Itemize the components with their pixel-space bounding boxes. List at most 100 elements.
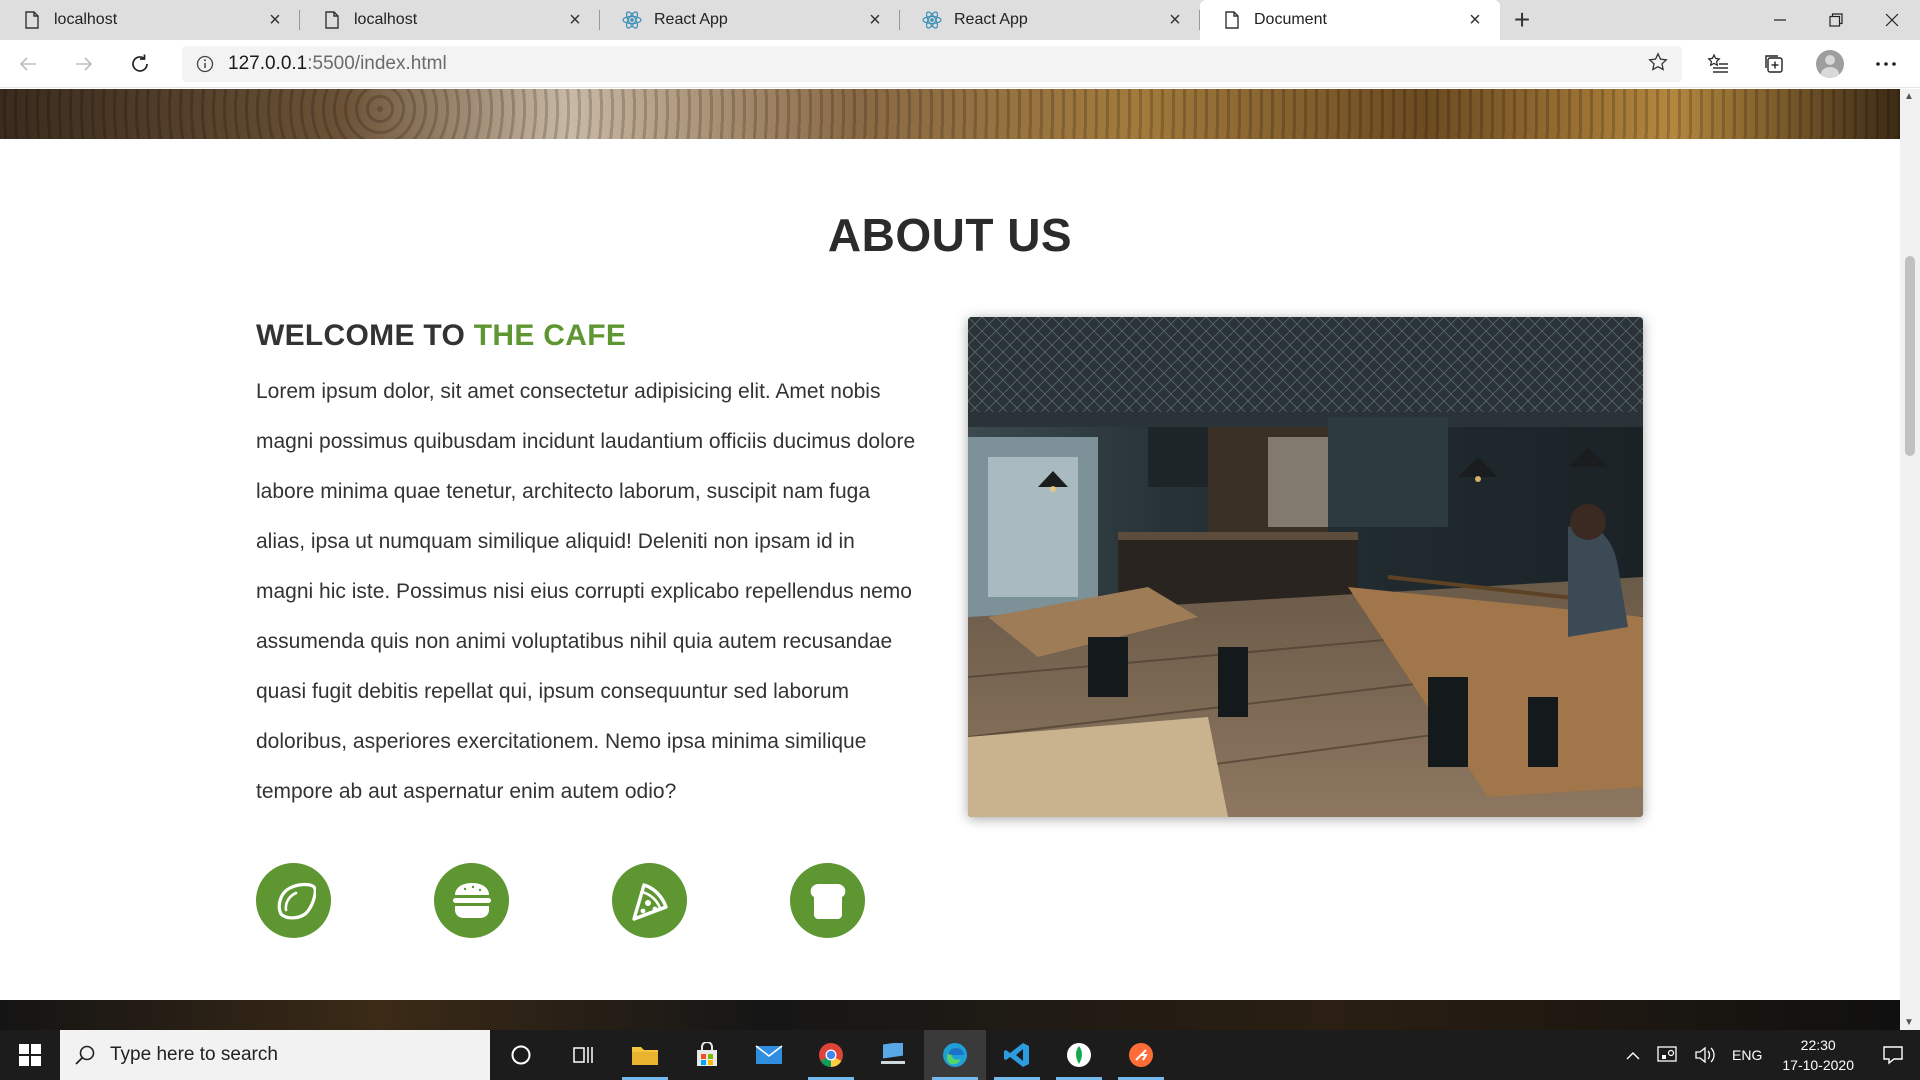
close-tab-icon[interactable]: × [1464, 9, 1486, 31]
page-icon [22, 10, 42, 30]
favorite-star-icon[interactable] [1648, 51, 1668, 77]
clock-time: 22:30 [1800, 1037, 1836, 1053]
restore-button[interactable] [1808, 0, 1864, 40]
hamburger-icon [434, 863, 509, 938]
notifications-icon[interactable] [1866, 1045, 1920, 1065]
info-icon[interactable] [196, 55, 214, 73]
react-icon [922, 10, 942, 30]
taskbar-search[interactable]: Type here to search [60, 1030, 490, 1080]
close-tab-icon[interactable]: × [564, 9, 586, 31]
close-tab-icon[interactable]: × [1164, 9, 1186, 31]
ellipsis-icon [1876, 62, 1896, 66]
lemon-icon [256, 863, 331, 938]
mail-app[interactable] [738, 1030, 800, 1080]
system-tray: ENG 22:30 17-10-2020 [1618, 1030, 1920, 1080]
browser-tab-4[interactable]: React App × [900, 0, 1200, 40]
page-viewport: ABOUT US WELCOME TO THE CAFE Lorem ipsum… [0, 89, 1900, 1030]
browser-toolbar [1690, 40, 1914, 88]
minimize-button[interactable] [1752, 0, 1808, 40]
vscode-app[interactable] [986, 1030, 1048, 1080]
show-hidden-icons-icon[interactable] [1618, 1050, 1648, 1060]
url-text: 127.0.0.1:5500/index.html [228, 53, 447, 75]
remote-desktop-app[interactable] [862, 1030, 924, 1080]
mongodb-leaf-icon [1067, 1043, 1091, 1067]
store-bag-icon [697, 1042, 717, 1066]
welcome-accent: THE CAFE [473, 319, 627, 352]
avatar [1816, 50, 1844, 78]
profile-button[interactable] [1802, 40, 1858, 88]
tab-label: localhost [54, 11, 118, 28]
windows-taskbar: Type here to search ENG 22:30 17-10-2020 [0, 1030, 1920, 1080]
postman-icon [1129, 1043, 1153, 1067]
next-section-strip [0, 1000, 1900, 1030]
tab-label: React App [654, 11, 728, 28]
network-battery-icon[interactable] [1648, 1045, 1686, 1065]
search-icon [75, 1045, 95, 1065]
task-view-button[interactable] [552, 1030, 614, 1080]
tab-label: React App [954, 11, 1028, 28]
refresh-button[interactable] [112, 40, 168, 88]
collections-button[interactable] [1746, 40, 1802, 88]
close-tab-icon[interactable]: × [264, 9, 286, 31]
browser-tab-5-active[interactable]: Document × [1200, 0, 1500, 40]
clock[interactable]: 22:30 17-10-2020 [1770, 1035, 1866, 1075]
scroll-down-icon[interactable]: ▼ [1904, 1017, 1914, 1028]
hero-image-strip [0, 89, 1900, 139]
back-button[interactable] [0, 40, 56, 88]
browser-tab-2[interactable]: localhost × [300, 0, 600, 40]
forward-arrow-icon [76, 56, 93, 71]
search-placeholder: Type here to search [110, 1044, 278, 1065]
browser-tab-3[interactable]: React App × [600, 0, 900, 40]
forward-button[interactable] [56, 40, 112, 88]
vscode-icon [1004, 1043, 1029, 1067]
welcome-prefix: WELCOME TO [256, 319, 466, 352]
collections-icon [1765, 55, 1783, 73]
feature-icons [256, 863, 865, 938]
page-scrollbar[interactable]: ▲ ▼ [1900, 89, 1920, 1030]
browser-tab-1[interactable]: localhost × [0, 0, 300, 40]
browser-tab-bar: localhost × localhost × React App × Reac… [0, 0, 1920, 40]
cortana-button[interactable] [490, 1030, 552, 1080]
scroll-up-icon[interactable]: ▲ [1904, 91, 1914, 102]
favorites-button[interactable] [1690, 40, 1746, 88]
chrome-icon [819, 1043, 843, 1067]
clock-date: 17-10-2020 [1782, 1057, 1854, 1073]
tab-label: Document [1254, 11, 1327, 28]
postman-app[interactable] [1110, 1030, 1172, 1080]
store-app[interactable] [676, 1030, 738, 1080]
page-icon [322, 10, 342, 30]
new-tab-button[interactable]: + [1500, 0, 1544, 40]
refresh-icon [132, 54, 148, 72]
task-view-icon [573, 1047, 593, 1063]
url-host: 127.0.0.1 [228, 53, 308, 74]
page-icon [1222, 10, 1242, 30]
folder-icon [632, 1047, 658, 1065]
mail-envelope-icon [755, 1045, 783, 1064]
edge-app[interactable] [924, 1030, 986, 1080]
tab-label: localhost [354, 11, 418, 28]
start-button[interactable] [0, 1030, 60, 1080]
scroll-thumb[interactable] [1905, 256, 1915, 456]
url-field[interactable]: 127.0.0.1:5500/index.html [182, 46, 1682, 82]
section-title: ABOUT US [827, 209, 1073, 261]
close-tab-icon[interactable]: × [864, 9, 886, 31]
cafe-interior-photo [968, 317, 1643, 817]
close-window-button[interactable] [1864, 0, 1920, 40]
window-controls [1752, 0, 1920, 40]
more-menu-button[interactable] [1858, 40, 1914, 88]
file-explorer-app[interactable] [614, 1030, 676, 1080]
volume-icon[interactable] [1686, 1045, 1724, 1065]
mongodb-compass-app[interactable] [1048, 1030, 1110, 1080]
computer-icon [881, 1043, 905, 1064]
address-bar: 127.0.0.1:5500/index.html [0, 40, 1920, 88]
edge-icon [943, 1043, 967, 1067]
cortana-circle-icon [511, 1045, 531, 1065]
language-indicator[interactable]: ENG [1724, 1047, 1770, 1063]
bread-icon [790, 863, 865, 938]
pizza-slice-icon [612, 863, 687, 938]
welcome-heading: WELCOME TO THE CAFE [256, 319, 626, 353]
chrome-app[interactable] [800, 1030, 862, 1080]
react-icon [622, 10, 642, 30]
back-arrow-icon [19, 56, 36, 71]
favorites-list-icon [1707, 53, 1728, 73]
